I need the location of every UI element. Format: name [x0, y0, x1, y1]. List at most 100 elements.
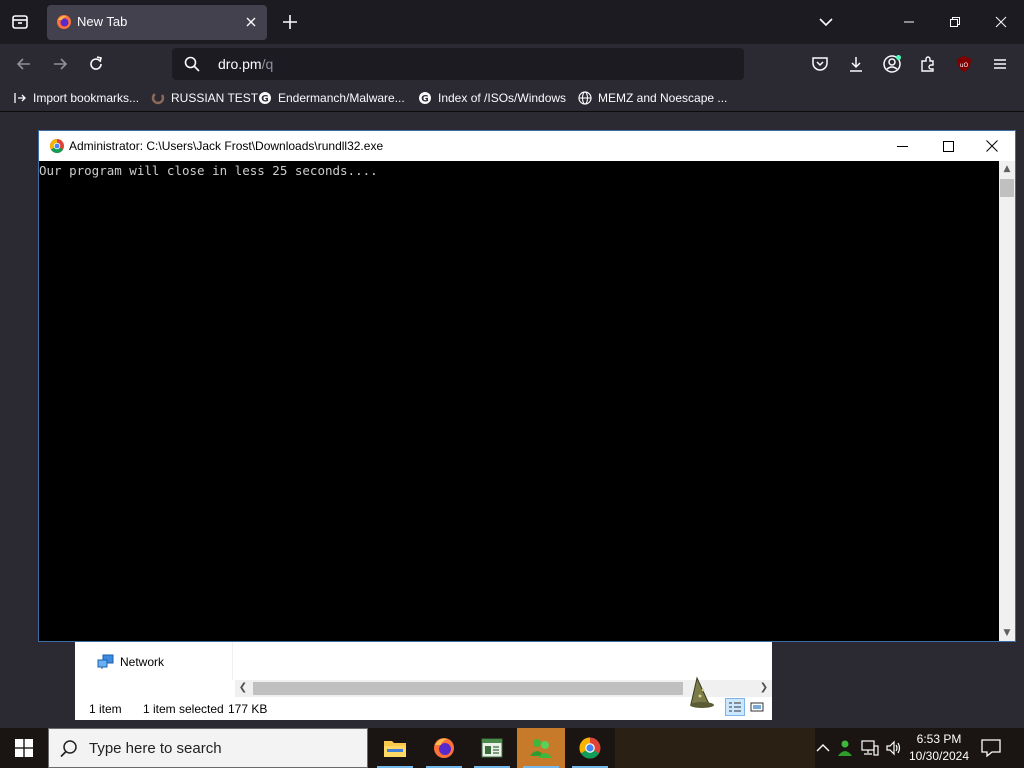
status-item-count: 1 item	[89, 702, 122, 716]
restore-icon	[950, 17, 960, 27]
forward-button[interactable]	[48, 52, 72, 76]
back-button[interactable]	[12, 52, 36, 76]
bookmark-label: MEMZ and Noescape ...	[598, 91, 728, 105]
scrollbar-thumb[interactable]	[253, 682, 683, 695]
task-manager-icon	[481, 738, 503, 758]
clock-time: 6:53 PM	[916, 732, 962, 746]
maximize-icon	[942, 140, 954, 152]
taskbar-app-firefox[interactable]	[420, 728, 468, 768]
network-icon	[97, 654, 114, 669]
svg-text:G: G	[261, 95, 268, 105]
plus-icon[interactable]	[280, 12, 300, 32]
firefox-view-button[interactable]	[8, 10, 32, 34]
close-icon[interactable]	[243, 14, 259, 30]
taskbar-app-chrome[interactable]	[566, 728, 614, 768]
scroll-right-icon[interactable]: ❯	[757, 681, 771, 695]
file-explorer-window: Network ❮ ❯ 1 item 1 item selected 177 K…	[75, 640, 772, 720]
bookmark-endermanch-malware[interactable]: G Endermanch/Malware...	[257, 90, 405, 106]
reload-icon	[90, 56, 102, 70]
bookmark-russian-test[interactable]: RUSSIAN TEST	[150, 90, 258, 106]
console-close-button[interactable]	[969, 131, 1015, 161]
download-icon	[850, 57, 862, 72]
taskbar-app-task-manager[interactable]	[468, 728, 516, 768]
tab-title: New Tab	[77, 14, 128, 29]
minimize-icon	[904, 21, 914, 23]
close-window-button[interactable]	[978, 0, 1024, 44]
hamburger-icon	[994, 59, 1006, 69]
restore-button[interactable]	[932, 0, 978, 44]
minimize-button[interactable]	[886, 0, 932, 44]
users-icon	[530, 739, 552, 758]
tray-network[interactable]	[860, 738, 880, 758]
console-title-bar[interactable]: Administrator: C:\Users\Jack Frost\Downl…	[39, 131, 1015, 161]
details-view-icon	[729, 702, 741, 712]
tray-users-app[interactable]	[836, 738, 856, 758]
bookmark-import[interactable]: Import bookmarks...	[12, 90, 139, 106]
nav-item-label: Network	[120, 655, 165, 669]
network-icon	[861, 740, 879, 756]
arrow-left-icon	[16, 58, 30, 70]
scroll-left-icon[interactable]: ❮	[236, 681, 250, 695]
console-window[interactable]: Administrator: C:\Users\Jack Frost\Downl…	[38, 130, 1016, 642]
large-icons-view-button[interactable]	[747, 698, 767, 716]
details-view-button[interactable]	[725, 698, 745, 716]
tab-strip: New Tab	[0, 0, 1024, 44]
large-icons-view-icon	[750, 702, 764, 712]
ublock-origin-button[interactable]: uO	[954, 54, 974, 74]
chrome-icon	[50, 139, 64, 153]
console-minimize-button[interactable]	[879, 131, 925, 161]
url-text[interactable]: dro.pm/q	[218, 56, 273, 72]
bookmark-index-isos-windows[interactable]: G Index of /ISOs/Windows	[417, 90, 566, 106]
downloads-button[interactable]	[846, 54, 866, 74]
pocket-button[interactable]	[810, 54, 830, 74]
taskbar-clock[interactable]: 6:53 PM 10/30/2024	[906, 731, 972, 765]
menu-button[interactable]	[990, 54, 1010, 74]
tab-new-tab[interactable]: New Tab	[47, 5, 267, 40]
navigation-pane: Network	[75, 640, 233, 680]
taskbar-app-users[interactable]	[517, 728, 565, 768]
firefox-icon	[434, 738, 454, 758]
address-bar[interactable]: dro.pm/q	[172, 48, 744, 80]
bookmark-memz-noescape[interactable]: MEMZ and Noescape ...	[577, 90, 727, 106]
status-size: 177 KB	[228, 702, 268, 716]
svg-text:uO: uO	[960, 62, 969, 69]
chevron-down-icon[interactable]	[816, 12, 836, 32]
wallpaper-strip	[615, 728, 815, 768]
svg-text:G: G	[421, 95, 428, 105]
console-maximize-button[interactable]	[925, 131, 971, 161]
scroll-up-icon[interactable]: ▲	[999, 161, 1015, 177]
firefox-icon	[57, 15, 71, 29]
console-output-line: Our program will close in less 25 second…	[39, 163, 378, 178]
user-green-icon	[838, 740, 852, 756]
taskbar-app-file-explorer[interactable]	[371, 728, 419, 768]
url-path: /q	[261, 56, 274, 72]
clock-date: 10/30/2024	[908, 749, 970, 763]
start-button[interactable]	[0, 728, 48, 768]
console-output-area[interactable]: Our program will close in less 25 second…	[39, 161, 999, 641]
extensions-button[interactable]	[918, 54, 938, 74]
taskbar: Type here to search 6:53 PM 10/30/2024	[0, 728, 1024, 768]
scroll-down-icon[interactable]: ▼	[999, 625, 1015, 641]
navigation-toolbar: dro.pm/q uO	[0, 44, 1024, 84]
firefox-view-icon	[12, 15, 28, 29]
google-icon: G	[417, 90, 433, 106]
tray-volume[interactable]	[884, 738, 904, 758]
account-button[interactable]	[882, 54, 902, 74]
nav-item-network[interactable]: Network	[97, 654, 164, 670]
arrow-right-icon	[54, 58, 68, 70]
bookmark-label: Endermanch/Malware...	[278, 91, 405, 105]
search-icon	[184, 56, 200, 72]
bookmark-label: Import bookmarks...	[33, 91, 140, 105]
notification-center-icon[interactable]	[980, 738, 1002, 758]
taskbar-search-box[interactable]: Type here to search	[48, 728, 368, 768]
show-hidden-icons-button[interactable]	[813, 738, 833, 758]
bookmark-label: Index of /ISOs/Windows	[438, 91, 567, 105]
reload-button[interactable]	[84, 52, 108, 76]
console-vertical-scrollbar[interactable]: ▲ ▼	[999, 161, 1015, 641]
scrollbar-thumb[interactable]	[1000, 179, 1014, 197]
google-icon: G	[257, 90, 273, 106]
globe-icon	[577, 90, 593, 106]
status-selected: 1 item selected	[143, 702, 224, 716]
bookmarks-toolbar: Import bookmarks... RUSSIAN TEST G Ender…	[0, 84, 1024, 112]
close-icon	[986, 140, 998, 152]
